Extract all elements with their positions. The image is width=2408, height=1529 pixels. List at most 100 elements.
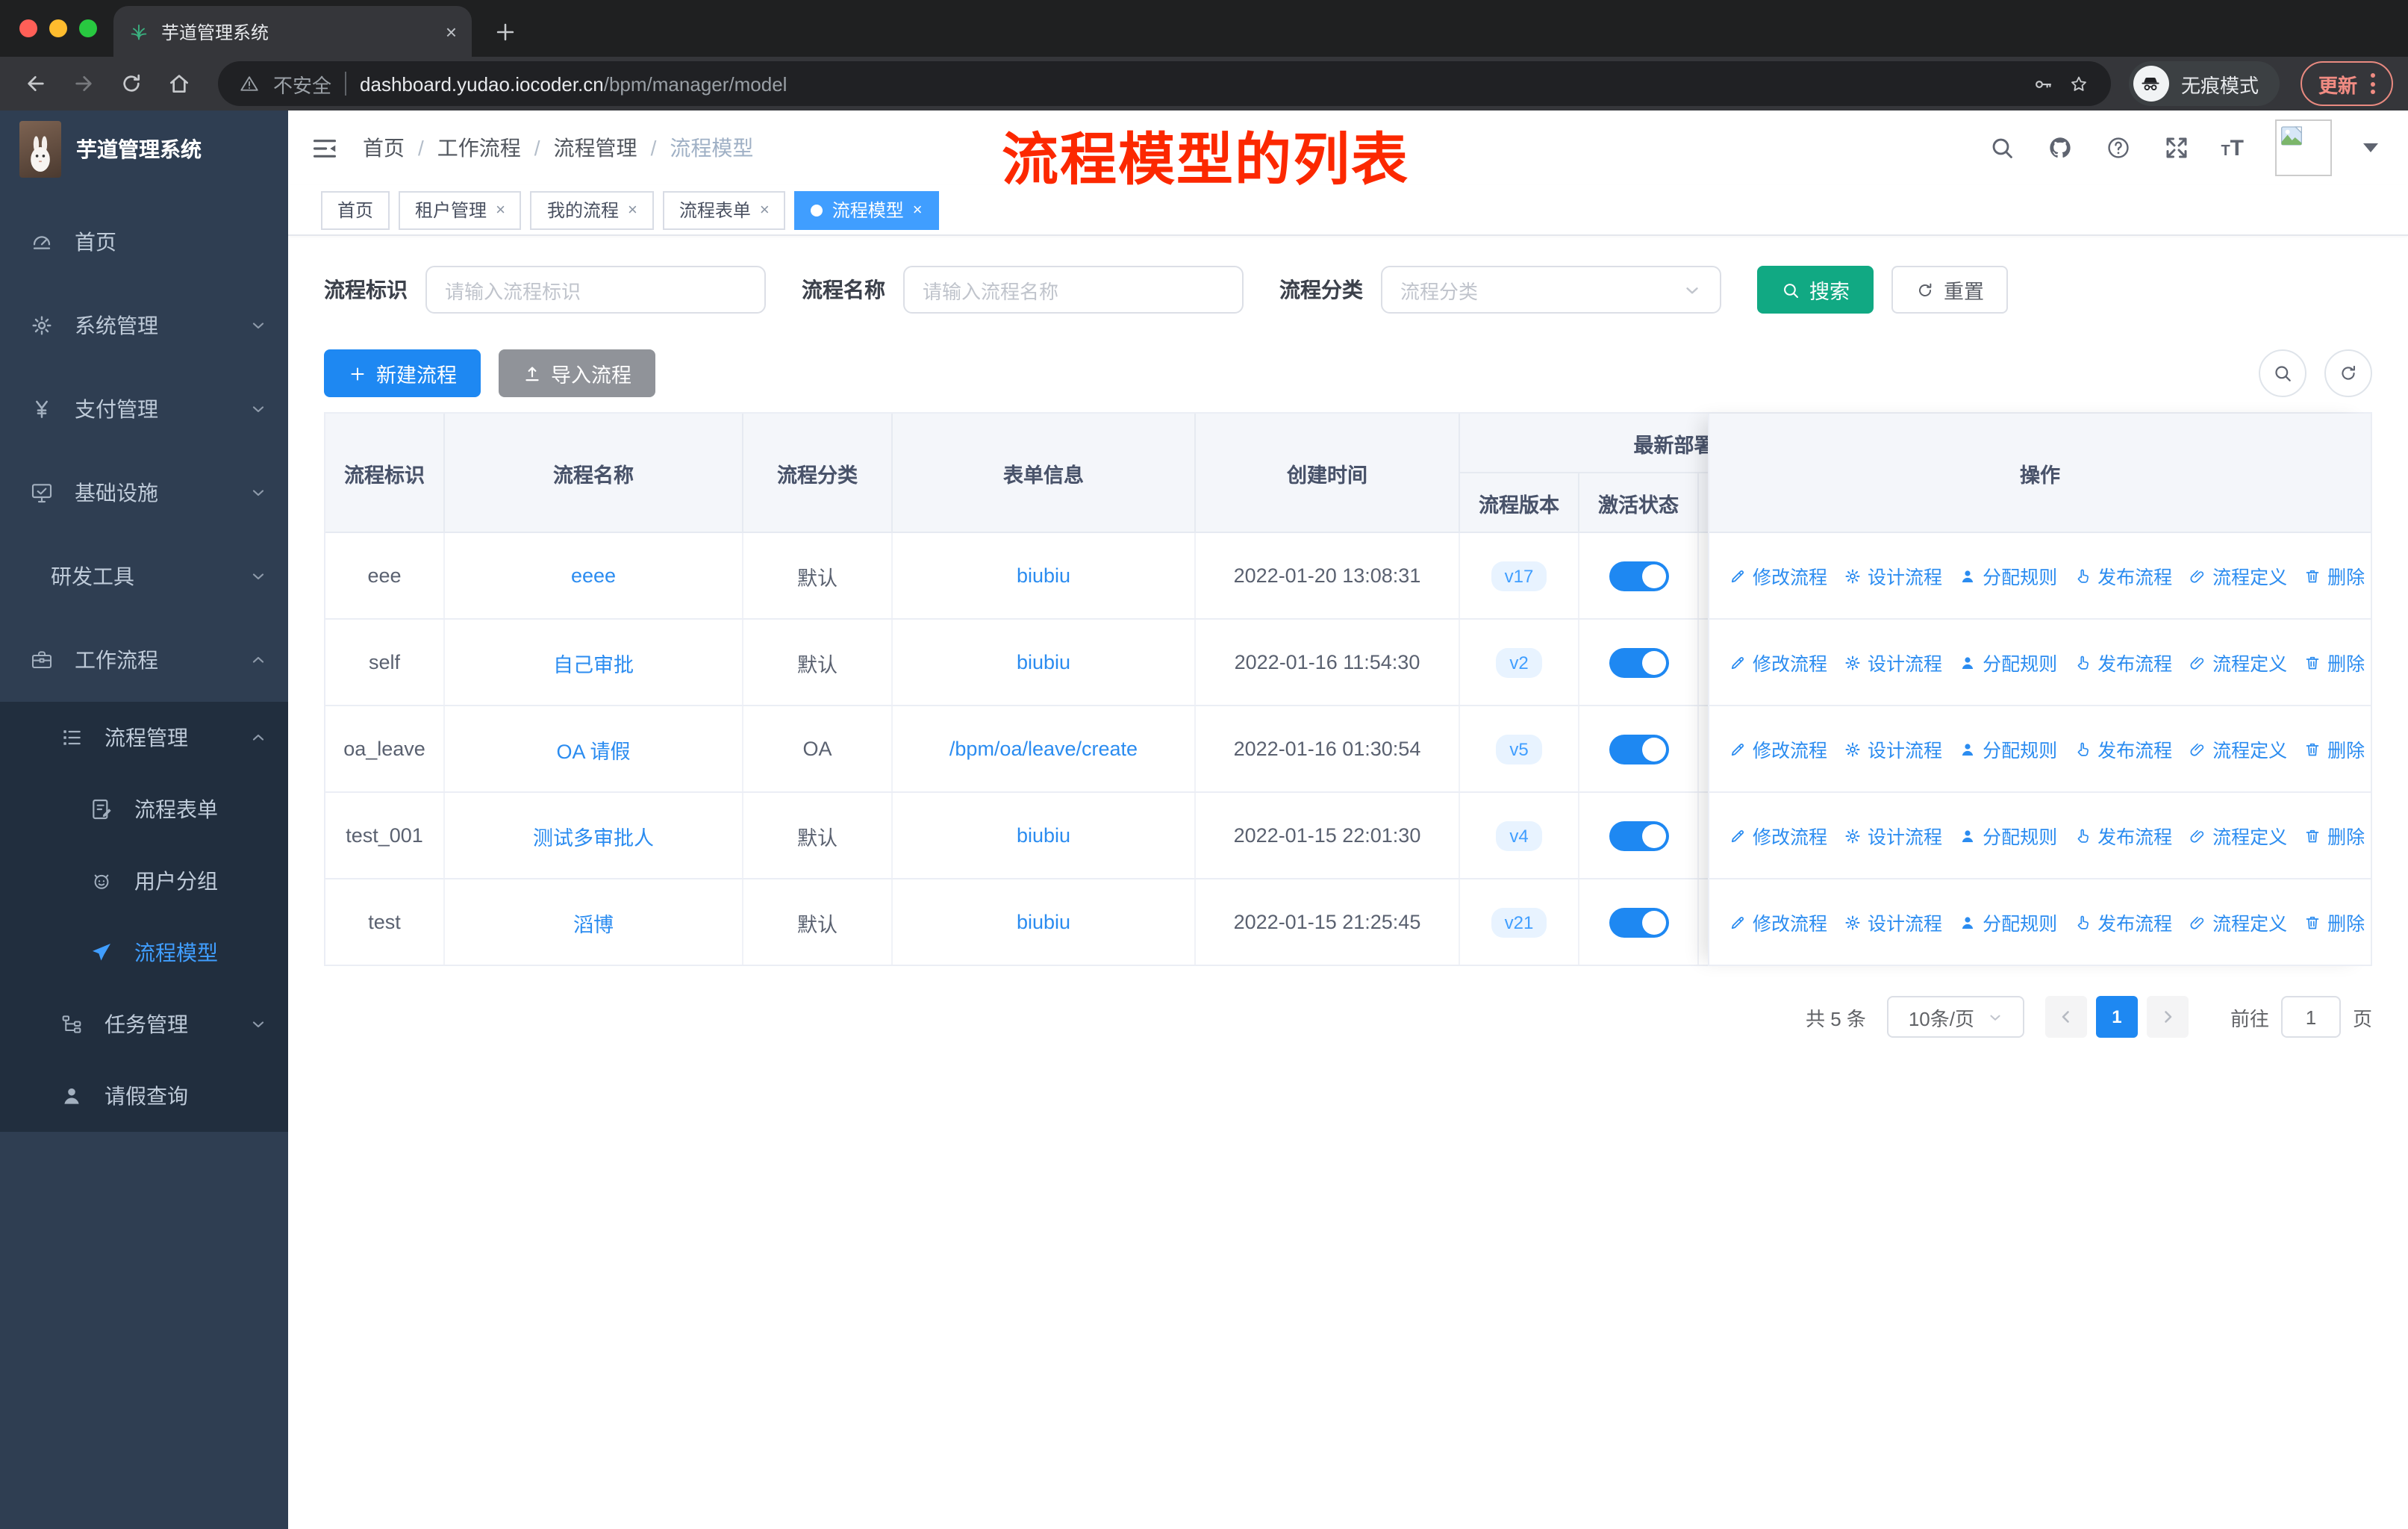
cell-name-link[interactable]: OA 请假 bbox=[445, 706, 743, 791]
action-设计流程[interactable]: 设计流程 bbox=[1844, 648, 1942, 676]
create-process-button[interactable]: 新建流程 bbox=[324, 349, 481, 397]
action-分配规则[interactable]: 分配规则 bbox=[1959, 561, 2057, 590]
action-发布流程[interactable]: 发布流程 bbox=[2074, 908, 2172, 936]
cell-form-link-text[interactable]: biubiu bbox=[1017, 651, 1070, 673]
action-修改流程[interactable]: 修改流程 bbox=[1729, 908, 1827, 936]
avatar-caret-icon[interactable] bbox=[2363, 143, 2378, 152]
cell-form-link[interactable]: biubiu bbox=[893, 793, 1196, 878]
active-toggle[interactable] bbox=[1609, 647, 1668, 677]
home-icon[interactable] bbox=[158, 63, 200, 105]
user-avatar[interactable] bbox=[2275, 119, 2332, 176]
action-发布流程[interactable]: 发布流程 bbox=[2074, 735, 2172, 763]
action-分配规则[interactable]: 分配规则 bbox=[1959, 735, 2057, 763]
action-修改流程[interactable]: 修改流程 bbox=[1729, 561, 1827, 590]
browser-tab[interactable]: 芋道管理系统 × bbox=[113, 6, 472, 57]
cell-name-link-text[interactable]: 测试多审批人 bbox=[533, 820, 654, 850]
breadcrumb-item[interactable]: 流程管理 bbox=[554, 133, 637, 163]
help-icon[interactable] bbox=[2104, 134, 2131, 161]
breadcrumb-item[interactable]: 工作流程 bbox=[437, 133, 521, 163]
back-icon[interactable] bbox=[15, 63, 57, 105]
cell-name-link-text[interactable]: OA 请假 bbox=[556, 734, 630, 764]
update-button[interactable]: 更新 bbox=[2300, 61, 2393, 106]
goto-page-input[interactable]: 1 bbox=[2280, 996, 2341, 1038]
active-toggle[interactable] bbox=[1609, 734, 1668, 764]
action-流程定义[interactable]: 流程定义 bbox=[2189, 648, 2287, 676]
cell-form-link[interactable]: /bpm/oa/leave/create bbox=[893, 706, 1196, 791]
active-toggle[interactable] bbox=[1609, 907, 1668, 937]
close-tag-icon[interactable]: × bbox=[628, 201, 637, 219]
action-设计流程[interactable]: 设计流程 bbox=[1844, 735, 1942, 763]
action-发布流程[interactable]: 发布流程 bbox=[2074, 821, 2172, 850]
cell-form-link-text[interactable]: biubiu bbox=[1017, 564, 1070, 587]
action-删除[interactable]: 删除 bbox=[2303, 648, 2365, 676]
close-tag-icon[interactable]: × bbox=[913, 201, 923, 219]
action-流程定义[interactable]: 流程定义 bbox=[2189, 735, 2287, 763]
breadcrumb-item[interactable]: 首页 bbox=[363, 133, 405, 163]
sidebar-item-请假查询[interactable]: 请假查询 bbox=[0, 1060, 288, 1132]
close-tag-icon[interactable]: × bbox=[760, 201, 770, 219]
sidebar-item-支付管理[interactable]: 支付管理 bbox=[0, 367, 288, 451]
action-删除[interactable]: 删除 bbox=[2303, 908, 2365, 936]
cell-name-link[interactable]: eeee bbox=[445, 533, 743, 618]
page-size-select[interactable]: 10条/页 bbox=[1886, 996, 2024, 1038]
address-bar[interactable]: 不安全 dashboard.yudao.iocoder.cn/bpm/manag… bbox=[218, 61, 2111, 106]
sidebar-item-任务管理[interactable]: 任务管理 bbox=[0, 988, 288, 1060]
close-window-button[interactable] bbox=[19, 19, 37, 37]
collapse-sidebar-icon[interactable] bbox=[311, 134, 339, 162]
sidebar-item-首页[interactable]: 首页 bbox=[0, 200, 288, 284]
key-icon[interactable] bbox=[2032, 72, 2054, 95]
sidebar-item-流程管理[interactable]: 流程管理 bbox=[0, 702, 288, 773]
cell-form-link[interactable]: biubiu bbox=[893, 879, 1196, 965]
menu-dots-icon[interactable] bbox=[2371, 73, 2375, 94]
cell-form-link-text[interactable]: biubiu bbox=[1017, 911, 1070, 933]
github-icon[interactable] bbox=[2046, 134, 2073, 161]
cell-form-link[interactable]: biubiu bbox=[893, 620, 1196, 705]
filter-input-流程标识[interactable]: 请输入流程标识 bbox=[425, 266, 766, 314]
cell-name-link-text[interactable]: 自己审批 bbox=[553, 647, 634, 677]
cell-name-link[interactable]: 滔博 bbox=[445, 879, 743, 965]
toggle-search-button[interactable] bbox=[2259, 349, 2306, 397]
action-分配规则[interactable]: 分配规则 bbox=[1959, 908, 2057, 936]
cell-name-link[interactable]: 自己审批 bbox=[445, 620, 743, 705]
new-tab-button[interactable] bbox=[493, 19, 518, 45]
active-toggle[interactable] bbox=[1609, 561, 1668, 591]
reset-button[interactable]: 重置 bbox=[1891, 266, 2008, 314]
import-process-button[interactable]: 导入流程 bbox=[499, 349, 655, 397]
tag-租户管理[interactable]: 租户管理 × bbox=[399, 190, 522, 229]
cell-name-link[interactable]: 测试多审批人 bbox=[445, 793, 743, 878]
action-删除[interactable]: 删除 bbox=[2303, 735, 2365, 763]
action-删除[interactable]: 删除 bbox=[2303, 561, 2365, 590]
page-number-button[interactable]: 1 bbox=[2095, 996, 2138, 1038]
action-设计流程[interactable]: 设计流程 bbox=[1844, 561, 1942, 590]
sidebar-item-流程表单[interactable]: 流程表单 bbox=[0, 773, 288, 845]
action-发布流程[interactable]: 发布流程 bbox=[2074, 561, 2172, 590]
sidebar-item-用户分组[interactable]: 用户分组 bbox=[0, 845, 288, 917]
tag-首页[interactable]: 首页 bbox=[321, 190, 390, 229]
bookmark-star-icon[interactable] bbox=[2068, 72, 2090, 95]
action-流程定义[interactable]: 流程定义 bbox=[2189, 908, 2287, 936]
action-修改流程[interactable]: 修改流程 bbox=[1729, 648, 1827, 676]
cell-form-link[interactable]: biubiu bbox=[893, 533, 1196, 618]
tag-流程表单[interactable]: 流程表单 × bbox=[662, 190, 786, 229]
action-流程定义[interactable]: 流程定义 bbox=[2189, 821, 2287, 850]
tag-流程模型[interactable]: 流程模型 × bbox=[794, 190, 939, 229]
forward-icon[interactable] bbox=[63, 63, 105, 105]
filter-input-流程名称[interactable]: 请输入流程名称 bbox=[903, 266, 1244, 314]
sidebar-item-工作流程[interactable]: 工作流程 bbox=[0, 618, 288, 702]
prev-page-button[interactable] bbox=[2044, 996, 2087, 1038]
minimize-window-button[interactable] bbox=[49, 19, 67, 37]
action-分配规则[interactable]: 分配规则 bbox=[1959, 648, 2057, 676]
action-发布流程[interactable]: 发布流程 bbox=[2074, 648, 2172, 676]
tag-我的流程[interactable]: 我的流程 × bbox=[530, 190, 654, 229]
cell-name-link-text[interactable]: eeee bbox=[571, 564, 616, 587]
filter-select-流程分类[interactable]: 流程分类 bbox=[1381, 266, 1721, 314]
window-controls[interactable] bbox=[19, 19, 97, 37]
action-删除[interactable]: 删除 bbox=[2303, 821, 2365, 850]
font-size-icon[interactable]: TT bbox=[2221, 135, 2244, 161]
action-设计流程[interactable]: 设计流程 bbox=[1844, 821, 1942, 850]
sidebar-item-基础设施[interactable]: 基础设施 bbox=[0, 451, 288, 535]
action-流程定义[interactable]: 流程定义 bbox=[2189, 561, 2287, 590]
search-icon[interactable] bbox=[1988, 134, 2015, 161]
action-修改流程[interactable]: 修改流程 bbox=[1729, 821, 1827, 850]
action-设计流程[interactable]: 设计流程 bbox=[1844, 908, 1942, 936]
